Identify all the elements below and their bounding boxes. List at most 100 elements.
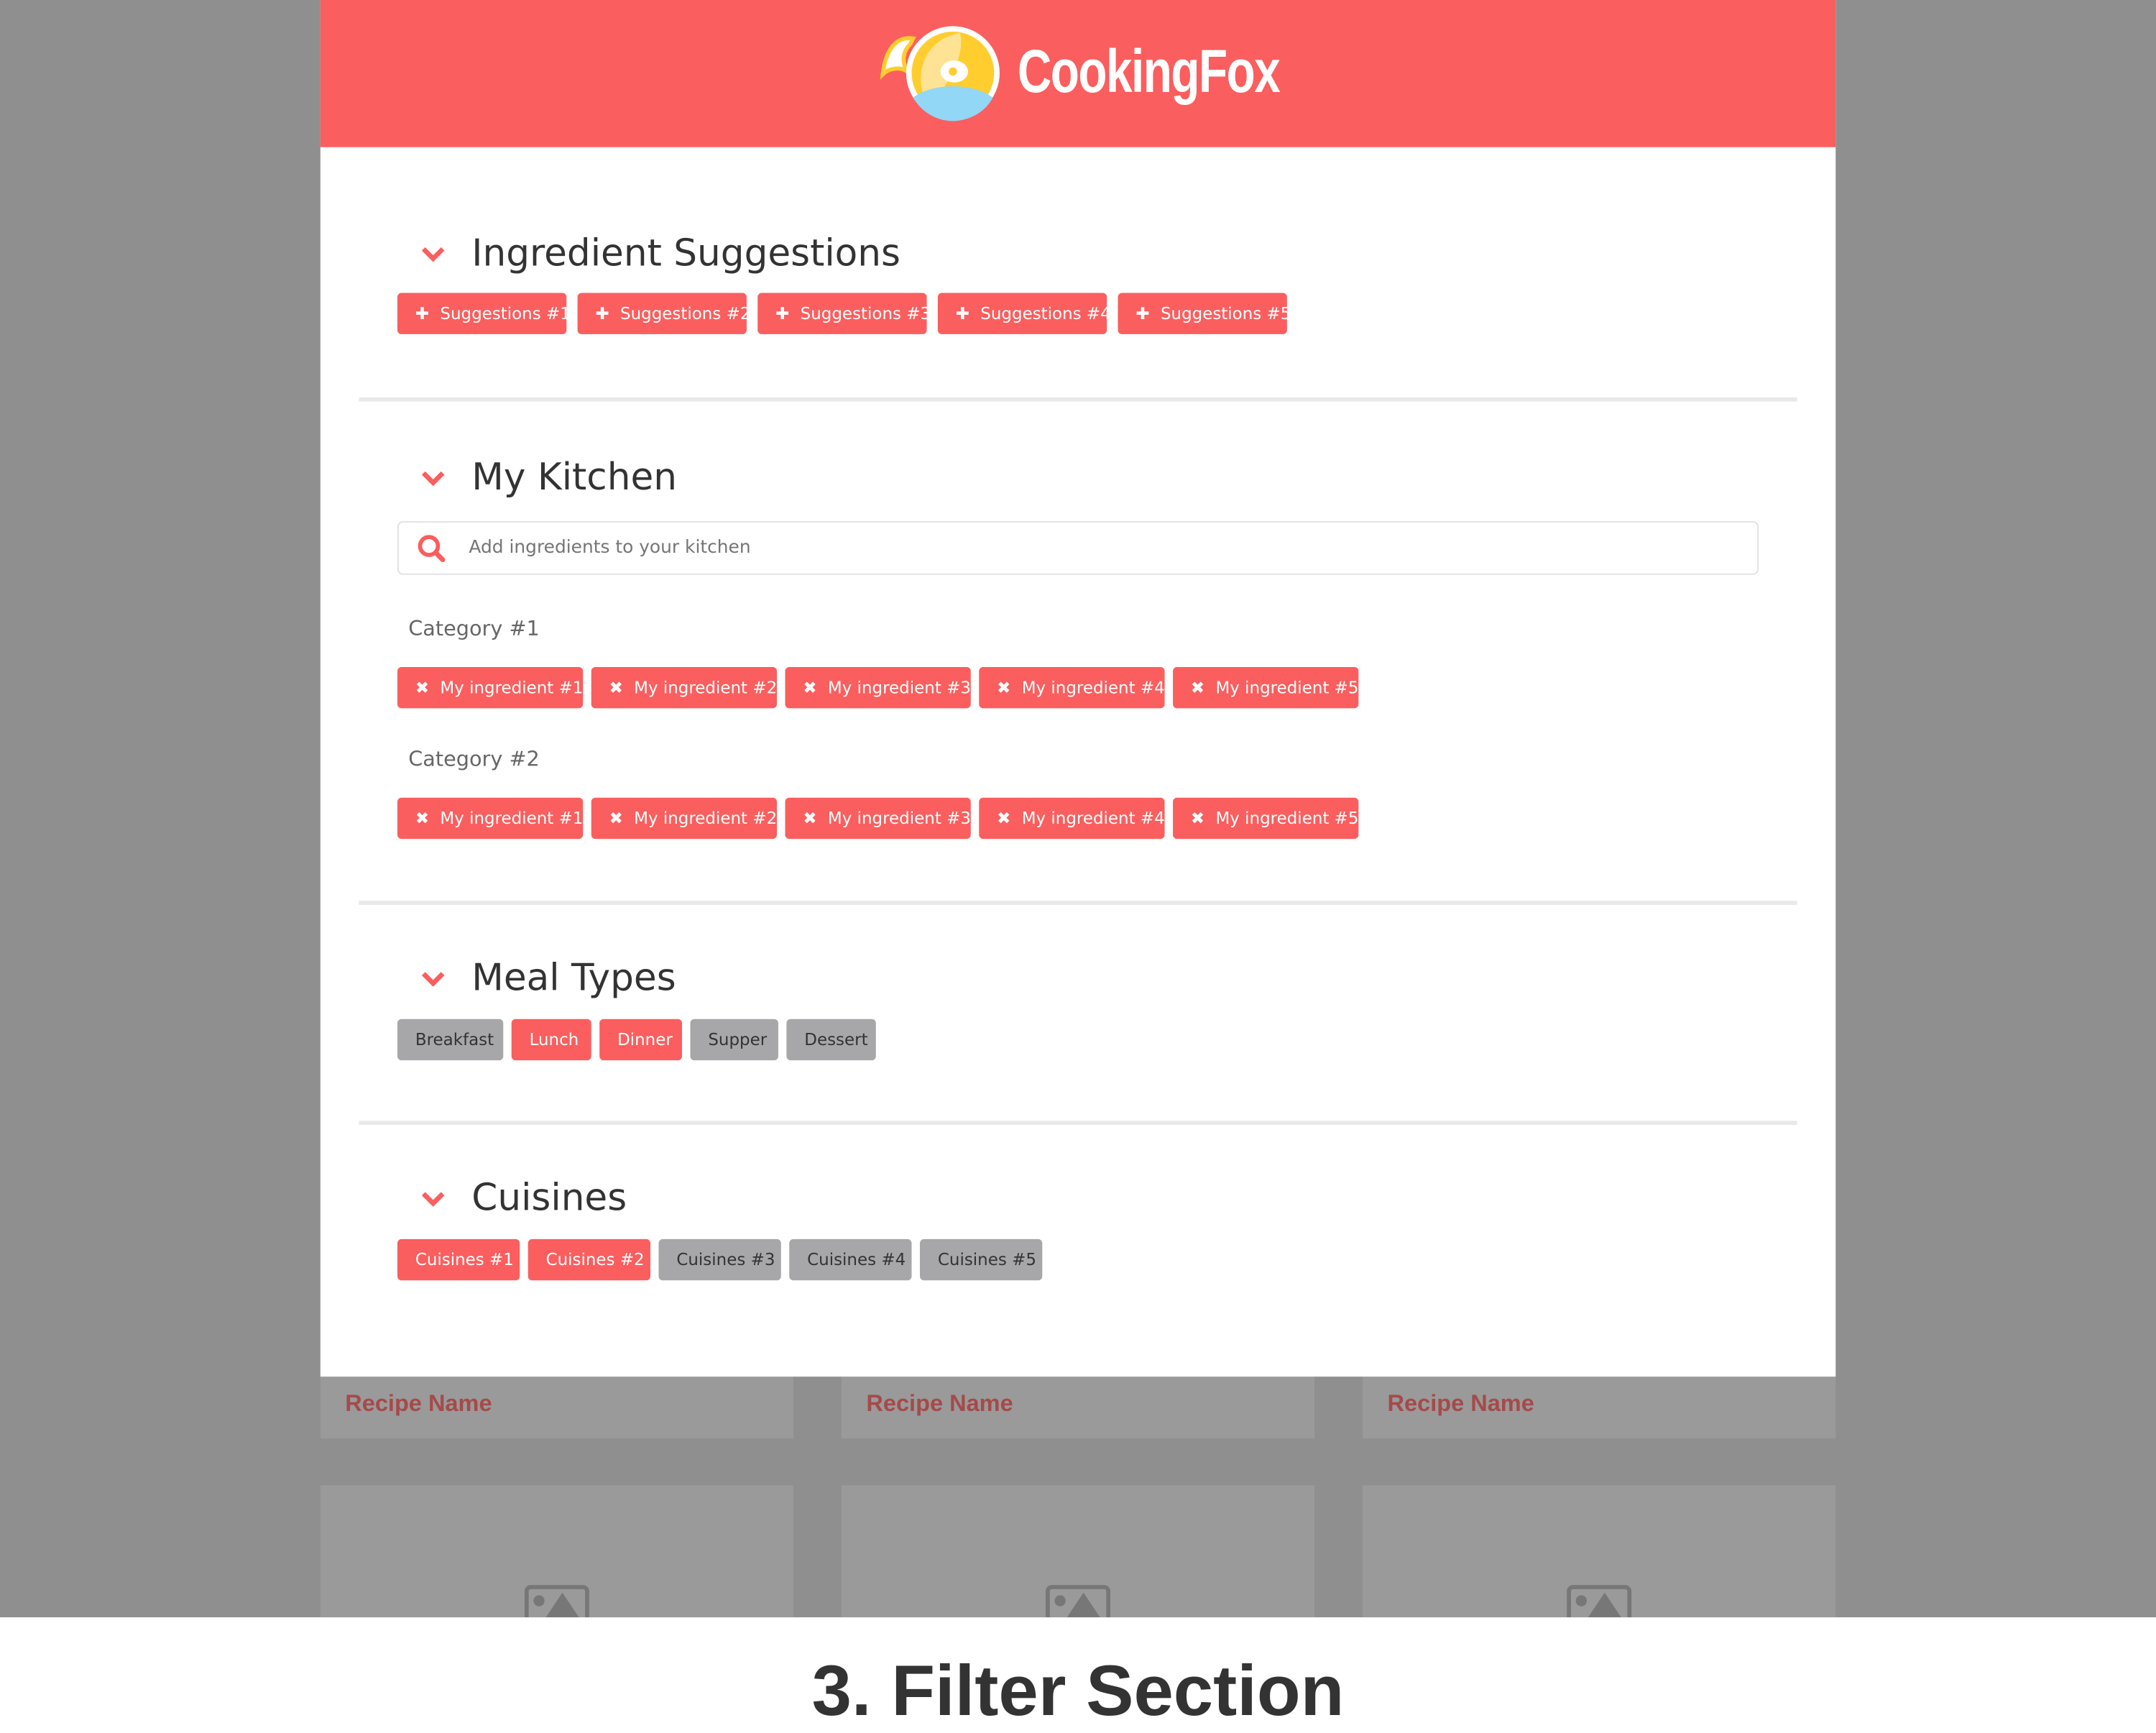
meal-type-dessert[interactable]: Dessert	[786, 1019, 876, 1061]
ingredient-chip[interactable]: ✖ My ingredient #5	[1173, 666, 1359, 709]
ingredient-chip[interactable]: ✖ My ingredient #4	[979, 797, 1165, 840]
stage: Recipe Name Recipe Name Recipe Name Cook…	[0, 0, 2156, 1732]
image-placeholder-icon	[1046, 1585, 1110, 1618]
cuisines-section: Cuisines Cuisines #1 Cuisines #2 Cuisine…	[397, 1170, 1772, 1281]
brand-name: CookingFox	[1017, 38, 1281, 106]
section-title: My Kitchen	[471, 456, 678, 499]
chip-label: My ingredient #3	[827, 809, 971, 828]
remove-icon[interactable]: ✖	[609, 809, 623, 828]
ingredient-chip[interactable]: ✖ My ingredient #1	[397, 666, 584, 709]
chip-label: My ingredient #1	[440, 809, 584, 828]
recipe-image-card[interactable]	[320, 1485, 793, 1618]
plus-icon: ✚	[955, 303, 969, 323]
chip-label: Suggestions #1	[440, 303, 571, 323]
suggestion-chip[interactable]: ✚ Suggestions #4	[937, 293, 1111, 334]
ingredient-suggestions-section: Ingredient Suggestions ✚ Suggestions #1 ✚…	[397, 226, 1772, 334]
meal-types-section: Meal Types Breakfast Lunch Dinner Supper…	[397, 950, 1772, 1061]
ingredient-search[interactable]	[397, 521, 1759, 575]
suggestion-chip[interactable]: ✚ Suggestions #1	[397, 293, 571, 334]
chip-label: My ingredient #5	[1215, 678, 1359, 698]
chip-label: My ingredient #3	[827, 678, 971, 698]
meal-type-lunch[interactable]: Lunch	[511, 1019, 591, 1061]
suggestion-chip[interactable]: ✚ Suggestions #5	[1118, 293, 1291, 334]
recipe-name: Recipe Name	[866, 1390, 1013, 1417]
recipe-card[interactable]: Recipe Name	[841, 1376, 1315, 1439]
recipe-card[interactable]: Recipe Name	[320, 1376, 793, 1439]
cuisine-chip[interactable]: Cuisines #3	[658, 1238, 781, 1281]
chip-label: My ingredient #1	[440, 678, 584, 698]
section-header[interactable]: My Kitchen	[397, 450, 1772, 505]
section-title: Meal Types	[471, 956, 676, 1000]
section-header[interactable]: Cuisines	[397, 1170, 1772, 1226]
plus-icon: ✚	[1135, 303, 1150, 323]
cuisine-chip[interactable]: Cuisines #1	[397, 1238, 520, 1281]
divider	[359, 397, 1797, 402]
remove-icon[interactable]: ✖	[997, 678, 1010, 697]
image-placeholder-icon	[524, 1585, 589, 1618]
remove-icon[interactable]: ✖	[1191, 678, 1204, 697]
section-header[interactable]: Ingredient Suggestions	[397, 226, 1772, 281]
section-header[interactable]: Meal Types	[397, 950, 1772, 1006]
remove-icon[interactable]: ✖	[415, 678, 429, 697]
chevron-down-icon[interactable]	[417, 1182, 450, 1215]
plus-icon: ✚	[415, 303, 430, 323]
cuisine-chips: Cuisines #1 Cuisines #2 Cuisines #3 Cuis…	[397, 1238, 1043, 1281]
remove-icon[interactable]: ✖	[997, 809, 1010, 828]
chevron-down-icon[interactable]	[417, 236, 450, 270]
image-placeholder-icon	[1567, 1585, 1632, 1618]
remove-icon[interactable]: ✖	[803, 809, 816, 828]
kitchen-chips: ✖ My ingredient #1 ✖ My ingredient #2 ✖ My …	[397, 666, 1359, 709]
category-label: Category #2	[408, 746, 540, 772]
remove-icon[interactable]: ✖	[803, 678, 816, 697]
ingredient-chip[interactable]: ✖ My ingredient #3	[785, 666, 971, 709]
chip-label: My ingredient #4	[1021, 809, 1165, 828]
recipe-name: Recipe Name	[345, 1390, 492, 1417]
chevron-down-icon[interactable]	[417, 961, 450, 994]
meal-type-dinner[interactable]: Dinner	[599, 1019, 682, 1061]
remove-icon[interactable]: ✖	[609, 678, 623, 697]
chevron-down-icon[interactable]	[417, 461, 450, 494]
ingredient-chip[interactable]: ✖ My ingredient #5	[1173, 797, 1359, 840]
suggestion-chip[interactable]: ✚ Suggestions #3	[757, 293, 931, 334]
divider	[359, 1121, 1797, 1126]
meal-type-chips: Breakfast Lunch Dinner Supper Dessert	[397, 1019, 876, 1061]
my-kitchen-section: My Kitchen Category #1 ✖ My ingredient #1…	[397, 450, 1772, 840]
meal-type-supper[interactable]: Supper	[690, 1019, 778, 1061]
chip-label: My ingredient #2	[634, 678, 778, 698]
ingredient-chip[interactable]: ✖ My ingredient #2	[591, 797, 778, 840]
ingredient-chip[interactable]: ✖ My ingredient #1	[397, 797, 584, 840]
chip-label: My ingredient #2	[634, 809, 778, 828]
remove-icon[interactable]: ✖	[415, 809, 429, 828]
ingredient-chip[interactable]: ✖ My ingredient #2	[591, 666, 778, 709]
ingredient-chip[interactable]: ✖ My ingredient #4	[979, 666, 1165, 709]
filter-panel: CookingFox Ingredient Suggestions ✚ Sugge…	[320, 0, 1836, 1377]
cuisine-chip[interactable]: Cuisines #2	[528, 1238, 650, 1281]
chip-label: Suggestions #2	[620, 303, 751, 323]
section-title: Cuisines	[471, 1176, 627, 1220]
section-title: Ingredient Suggestions	[471, 231, 900, 275]
fox-logo-icon	[880, 26, 1000, 121]
recipe-image-card[interactable]	[1363, 1485, 1836, 1618]
chip-label: Suggestions #4	[980, 303, 1111, 323]
plus-icon: ✚	[775, 303, 790, 323]
meal-type-breakfast[interactable]: Breakfast	[397, 1019, 504, 1061]
recipe-name: Recipe Name	[1387, 1390, 1534, 1417]
ingredient-search-input[interactable]	[466, 536, 1710, 560]
ingredient-chip[interactable]: ✖ My ingredient #3	[785, 797, 971, 840]
plus-icon: ✚	[595, 303, 609, 323]
chip-label: Suggestions #5	[1160, 303, 1291, 323]
search-icon	[418, 534, 446, 562]
cuisine-chip[interactable]: Cuisines #5	[919, 1238, 1043, 1281]
chip-label: Suggestions #3	[800, 303, 931, 323]
cuisine-chip[interactable]: Cuisines #4	[789, 1238, 912, 1281]
remove-icon[interactable]: ✖	[1191, 809, 1204, 828]
suggestion-chip[interactable]: ✚ Suggestions #2	[577, 293, 751, 334]
divider	[359, 901, 1797, 905]
recipe-card[interactable]: Recipe Name	[1363, 1376, 1836, 1439]
logo[interactable]: CookingFox	[877, 22, 1353, 124]
caption: 3. Filter Section	[811, 1651, 1345, 1732]
recipe-image-card[interactable]	[841, 1485, 1315, 1618]
header: CookingFox	[320, 0, 1836, 147]
kitchen-chips: ✖ My ingredient #1 ✖ My ingredient #2 ✖ My …	[397, 797, 1359, 840]
category-label: Category #1	[408, 616, 540, 641]
